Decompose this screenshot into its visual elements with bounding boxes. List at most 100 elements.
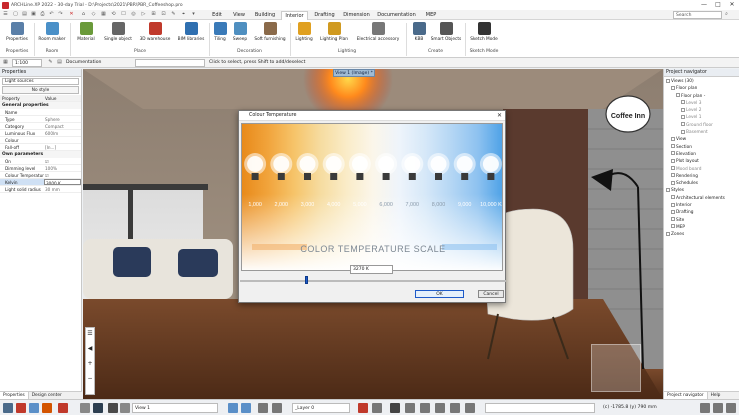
stop-icon[interactable] <box>16 403 26 413</box>
tab-interior[interactable]: Interior <box>281 11 308 20</box>
property-value[interactable]: Sphere <box>44 116 81 122</box>
soft-furnishing-button[interactable]: Soft furnishing <box>252 22 288 42</box>
orbit-icon[interactable] <box>42 403 52 413</box>
property-value[interactable]: Compact <box>44 123 81 129</box>
hatch-icon[interactable] <box>372 403 382 413</box>
no-style-button[interactable]: No style <box>2 86 79 94</box>
quick-tool-10-icon[interactable]: ✎ <box>170 11 177 18</box>
tab-help[interactable]: Help <box>708 392 724 399</box>
navigator-item[interactable]: Architectural elements <box>665 195 738 202</box>
kelvin-input[interactable]: 3000 K <box>44 179 81 185</box>
documentation-label[interactable]: Documentation <box>66 59 101 67</box>
zoom-in-icon[interactable]: + <box>86 360 94 367</box>
navigator-item[interactable]: Basement <box>665 129 738 136</box>
kbb-button[interactable]: KBB <box>409 22 429 42</box>
style-select[interactable] <box>135 59 205 67</box>
navigator-item[interactable]: Floor plan - <box>665 93 738 100</box>
delete-icon[interactable]: ✕ <box>68 11 75 18</box>
dimension-tool-icon[interactable] <box>405 403 415 413</box>
quick-tool-6-icon[interactable]: ◎ <box>130 11 137 18</box>
fill-tool-icon[interactable] <box>465 403 475 413</box>
new-file-icon[interactable]: ▢ <box>12 11 19 18</box>
property-row[interactable]: Colour <box>0 137 81 144</box>
quick-tool-3-icon[interactable]: ▦ <box>100 11 107 18</box>
tab-design-center[interactable]: Design center <box>29 392 65 399</box>
navigator-item[interactable]: Zones <box>665 231 738 238</box>
search-input[interactable]: Search <box>673 11 722 19</box>
tab-drafting[interactable]: Drafting <box>311 11 338 20</box>
sweep-button[interactable]: Sweep <box>230 22 250 42</box>
property-value[interactable] <box>44 109 81 115</box>
measure-icon[interactable] <box>258 403 268 413</box>
app-menu-icon[interactable]: ☰ <box>2 11 9 18</box>
navigator-item[interactable]: View <box>665 136 738 143</box>
view-select[interactable]: View 1 <box>132 403 218 413</box>
redo-icon[interactable]: ↷ <box>57 11 64 18</box>
pen-icon[interactable]: ✎ <box>47 59 54 66</box>
pan-left-icon[interactable]: ◀ <box>86 345 94 352</box>
quick-tool-4-icon[interactable]: ⟲ <box>110 11 117 18</box>
menu-icon[interactable]: ☰ <box>86 330 94 337</box>
lighting-plan-button[interactable]: Lighting Plan <box>318 22 350 42</box>
navigator-item[interactable]: Mood board <box>665 166 738 173</box>
property-row[interactable]: Name <box>0 109 81 116</box>
search-icon[interactable]: ⌕ <box>723 11 730 18</box>
navigator-item[interactable]: Site <box>665 217 738 224</box>
property-row[interactable]: Dimming level 100% <box>0 165 81 172</box>
quick-tool-5-icon[interactable]: ☐ <box>120 11 127 18</box>
symbol-tool-icon[interactable] <box>420 403 430 413</box>
property-value[interactable]: 600lm <box>44 130 81 136</box>
property-row[interactable]: Fall-off [In...] <box>0 144 81 151</box>
minimize-button[interactable]: — <box>697 0 711 10</box>
property-value[interactable] <box>44 137 81 143</box>
text-tool-icon[interactable] <box>390 403 400 413</box>
property-row[interactable]: Category Compact <box>0 123 81 130</box>
scale-select[interactable]: 1:100 <box>12 59 42 67</box>
navigation-cube[interactable] <box>591 344 641 392</box>
tab-edit[interactable]: Edit <box>207 11 227 20</box>
tab-view[interactable]: View <box>229 11 249 20</box>
navigator-item[interactable]: Section <box>665 144 738 151</box>
grid-icon[interactable] <box>108 403 118 413</box>
property-value[interactable]: [In...] <box>44 144 81 150</box>
property-value[interactable]: ☑ <box>44 158 81 164</box>
property-row[interactable]: Light solid radius 30 mm <box>0 186 81 193</box>
close-window-button[interactable]: ✕ <box>725 0 739 10</box>
status-tool-1-icon[interactable] <box>700 403 710 413</box>
save-icon[interactable]: ▣ <box>30 11 37 18</box>
property-row[interactable]: Colour Temperature ☑ <box>0 172 81 179</box>
open-file-icon[interactable]: ▤ <box>21 11 28 18</box>
navigator-item[interactable]: MEP <box>665 224 738 231</box>
temperature-value-input[interactable]: 3270 K <box>350 265 393 274</box>
line-tool-icon[interactable] <box>435 403 445 413</box>
room-maker-button[interactable]: Room maker <box>37 22 67 42</box>
eraser-icon[interactable] <box>358 403 368 413</box>
property-value[interactable]: ☑ <box>44 172 81 178</box>
temperature-slider-track[interactable] <box>240 280 506 282</box>
print-icon[interactable]: ⎙ <box>39 11 46 18</box>
temperature-slider-thumb[interactable] <box>304 276 308 284</box>
navigator-item[interactable]: Level 1 <box>665 114 738 121</box>
status-tool-2-icon[interactable] <box>713 403 723 413</box>
bim-libraries-button[interactable]: BIM libraries <box>175 22 207 42</box>
tiling-button[interactable]: Tiling <box>211 22 229 42</box>
pen-tool-icon[interactable] <box>272 403 282 413</box>
curve-tool-icon[interactable] <box>450 403 460 413</box>
cancel-button[interactable]: Cancel <box>478 290 504 298</box>
camera-icon[interactable] <box>120 403 130 413</box>
section-own-parameters[interactable]: Own parameters <box>0 151 81 158</box>
navigator-item[interactable]: Schedules <box>665 180 738 187</box>
section-general-properties[interactable]: General properties <box>0 102 81 109</box>
maximize-button[interactable]: □ <box>711 0 725 10</box>
quick-tool-11-icon[interactable]: ⌖ <box>180 11 187 18</box>
navigator-item[interactable]: Styles <box>665 187 738 194</box>
quick-tool-1-icon[interactable]: ⌂ <box>80 11 87 18</box>
property-value[interactable]: 30 mm <box>44 186 81 192</box>
ok-button[interactable]: OK <box>415 290 464 298</box>
properties-button[interactable]: Properties <box>3 22 31 42</box>
property-row[interactable]: Type Sphere <box>0 116 81 123</box>
layer-icon[interactable]: ▦ <box>2 59 9 66</box>
view-tab[interactable]: View 1 (Image) * <box>333 69 375 77</box>
layer-tools-icon[interactable] <box>80 403 90 413</box>
undo-icon[interactable]: ↶ <box>48 11 55 18</box>
